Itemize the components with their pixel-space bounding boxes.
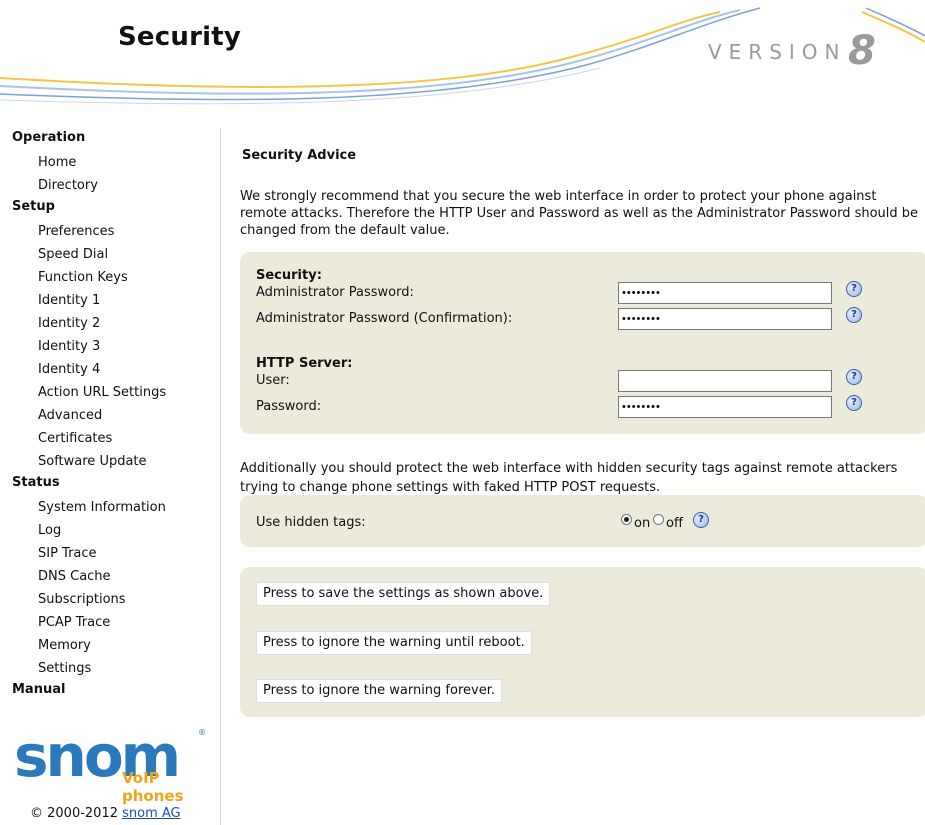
help-icon[interactable]: ? [846,281,862,297]
ignore-until-reboot-button[interactable]: Press to ignore the warning until reboot… [256,631,532,655]
hidden-tags-label: Use hidden tags: [256,515,366,530]
nav-section-setup[interactable]: Setup [12,197,220,220]
nav-item-preferences[interactable]: Preferences [38,220,220,243]
admin-password-input[interactable] [618,282,832,304]
page-title: Security [118,22,241,52]
admin-password-label: Administrator Password: [256,285,414,300]
version-number: 8 [848,28,876,74]
ignore-forever-button[interactable]: Press to ignore the warning forever. [256,679,502,703]
hidden-tags-on-label: on [634,516,651,531]
nav-item-function-keys[interactable]: Function Keys [38,266,220,289]
http-password-input[interactable] [618,396,832,418]
hidden-tags-on-radio[interactable] [621,514,632,525]
nav-item-identity-1[interactable]: Identity 1 [38,289,220,312]
nav-item-subscriptions[interactable]: Subscriptions [38,588,220,611]
security-settings-panel: Security: Administrator Password: ? Admi… [240,252,925,434]
nav-item-system-information[interactable]: System Information [38,496,220,519]
snom-ag-link[interactable]: snom AG [122,806,181,821]
http-server-group-title: HTTP Server: [256,356,353,371]
security-advice-text: We strongly recommend that you secure th… [240,189,919,238]
admin-password-confirm-input[interactable] [618,308,832,330]
nav-item-settings[interactable]: Settings [38,657,220,680]
nav-section-operation[interactable]: Operation [12,128,220,151]
help-icon[interactable]: ? [846,395,862,411]
nav-item-pcap-trace[interactable]: PCAP Trace [38,611,220,634]
nav-item-sip-trace[interactable]: SIP Trace [38,542,220,565]
nav-item-advanced[interactable]: Advanced [38,404,220,427]
admin-password-confirm-label: Administrator Password (Confirmation): [256,311,513,326]
sidebar-nav: Operation Home Directory Setup Preferences Sp… [0,128,220,825]
nav-item-directory[interactable]: Directory [38,174,220,197]
page-header: Security VERSION 8 [0,0,925,115]
nav-item-log[interactable]: Log [38,519,220,542]
save-settings-button[interactable]: Press to save the settings as shown abov… [256,582,551,606]
hidden-tags-advice-text: Additionally you should protect the web … [240,461,898,495]
hidden-tags-panel: Use hidden tags: on off ? [240,495,925,547]
sidebar-divider [220,128,221,825]
nav-item-home[interactable]: Home [38,151,220,174]
nav-item-identity-3[interactable]: Identity 3 [38,335,220,358]
nav-item-action-url-settings[interactable]: Action URL Settings [38,381,220,404]
logo-tagline: VoIP phones [122,769,184,805]
nav-section-manual[interactable]: Manual [12,680,220,703]
nav-item-identity-4[interactable]: Identity 4 [38,358,220,381]
nav-item-software-update[interactable]: Software Update [38,450,220,473]
snom-logo: snom ® VoIP phones [12,722,212,805]
http-user-label: User: [256,373,290,388]
version-label: VERSION [708,40,847,64]
copyright-text: © 2000-2012 [30,806,123,821]
http-user-input[interactable] [618,370,832,392]
nav-item-dns-cache[interactable]: DNS Cache [38,565,220,588]
nav-item-speed-dial[interactable]: Speed Dial [38,243,220,266]
nav-section-status[interactable]: Status [12,473,220,496]
help-icon[interactable]: ? [846,369,862,385]
hidden-tags-off-label: off [666,516,683,531]
nav-list: Operation Home Directory Setup Preferences Sp… [0,128,220,703]
help-icon[interactable]: ? [693,512,709,528]
actions-panel: Press to save the settings as shown abov… [240,567,925,717]
logo-registered-mark: ® [198,728,206,737]
security-group-title: Security: [256,268,322,283]
http-password-label: Password: [256,399,322,414]
copyright: © 2000-2012 snom AG [30,806,181,821]
hidden-tags-off-radio[interactable] [653,514,664,525]
help-icon[interactable]: ? [846,307,862,323]
security-advice-title: Security Advice [242,148,357,163]
nav-item-memory[interactable]: Memory [38,634,220,657]
nav-item-certificates[interactable]: Certificates [38,427,220,450]
nav-item-identity-2[interactable]: Identity 2 [38,312,220,335]
